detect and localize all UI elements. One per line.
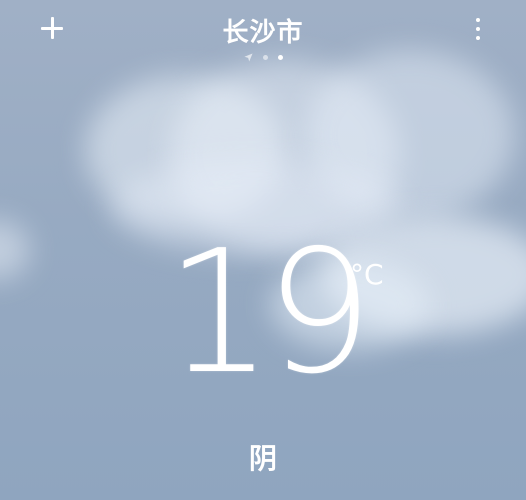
page-dot-active (277, 54, 283, 60)
weather-condition: 阴 (248, 442, 277, 475)
temperature-unit: °C (350, 258, 384, 291)
location-arrow-icon (243, 52, 253, 62)
page-indicator (0, 52, 526, 62)
top-bar: 长沙市 (0, 0, 526, 70)
current-temperature: 19 (165, 214, 373, 412)
page-dot (262, 54, 268, 60)
more-vertical-icon (476, 18, 480, 22)
cloud (0, 220, 30, 280)
city-name[interactable]: 长沙市 (0, 12, 526, 49)
more-options-button[interactable] (460, 12, 496, 48)
